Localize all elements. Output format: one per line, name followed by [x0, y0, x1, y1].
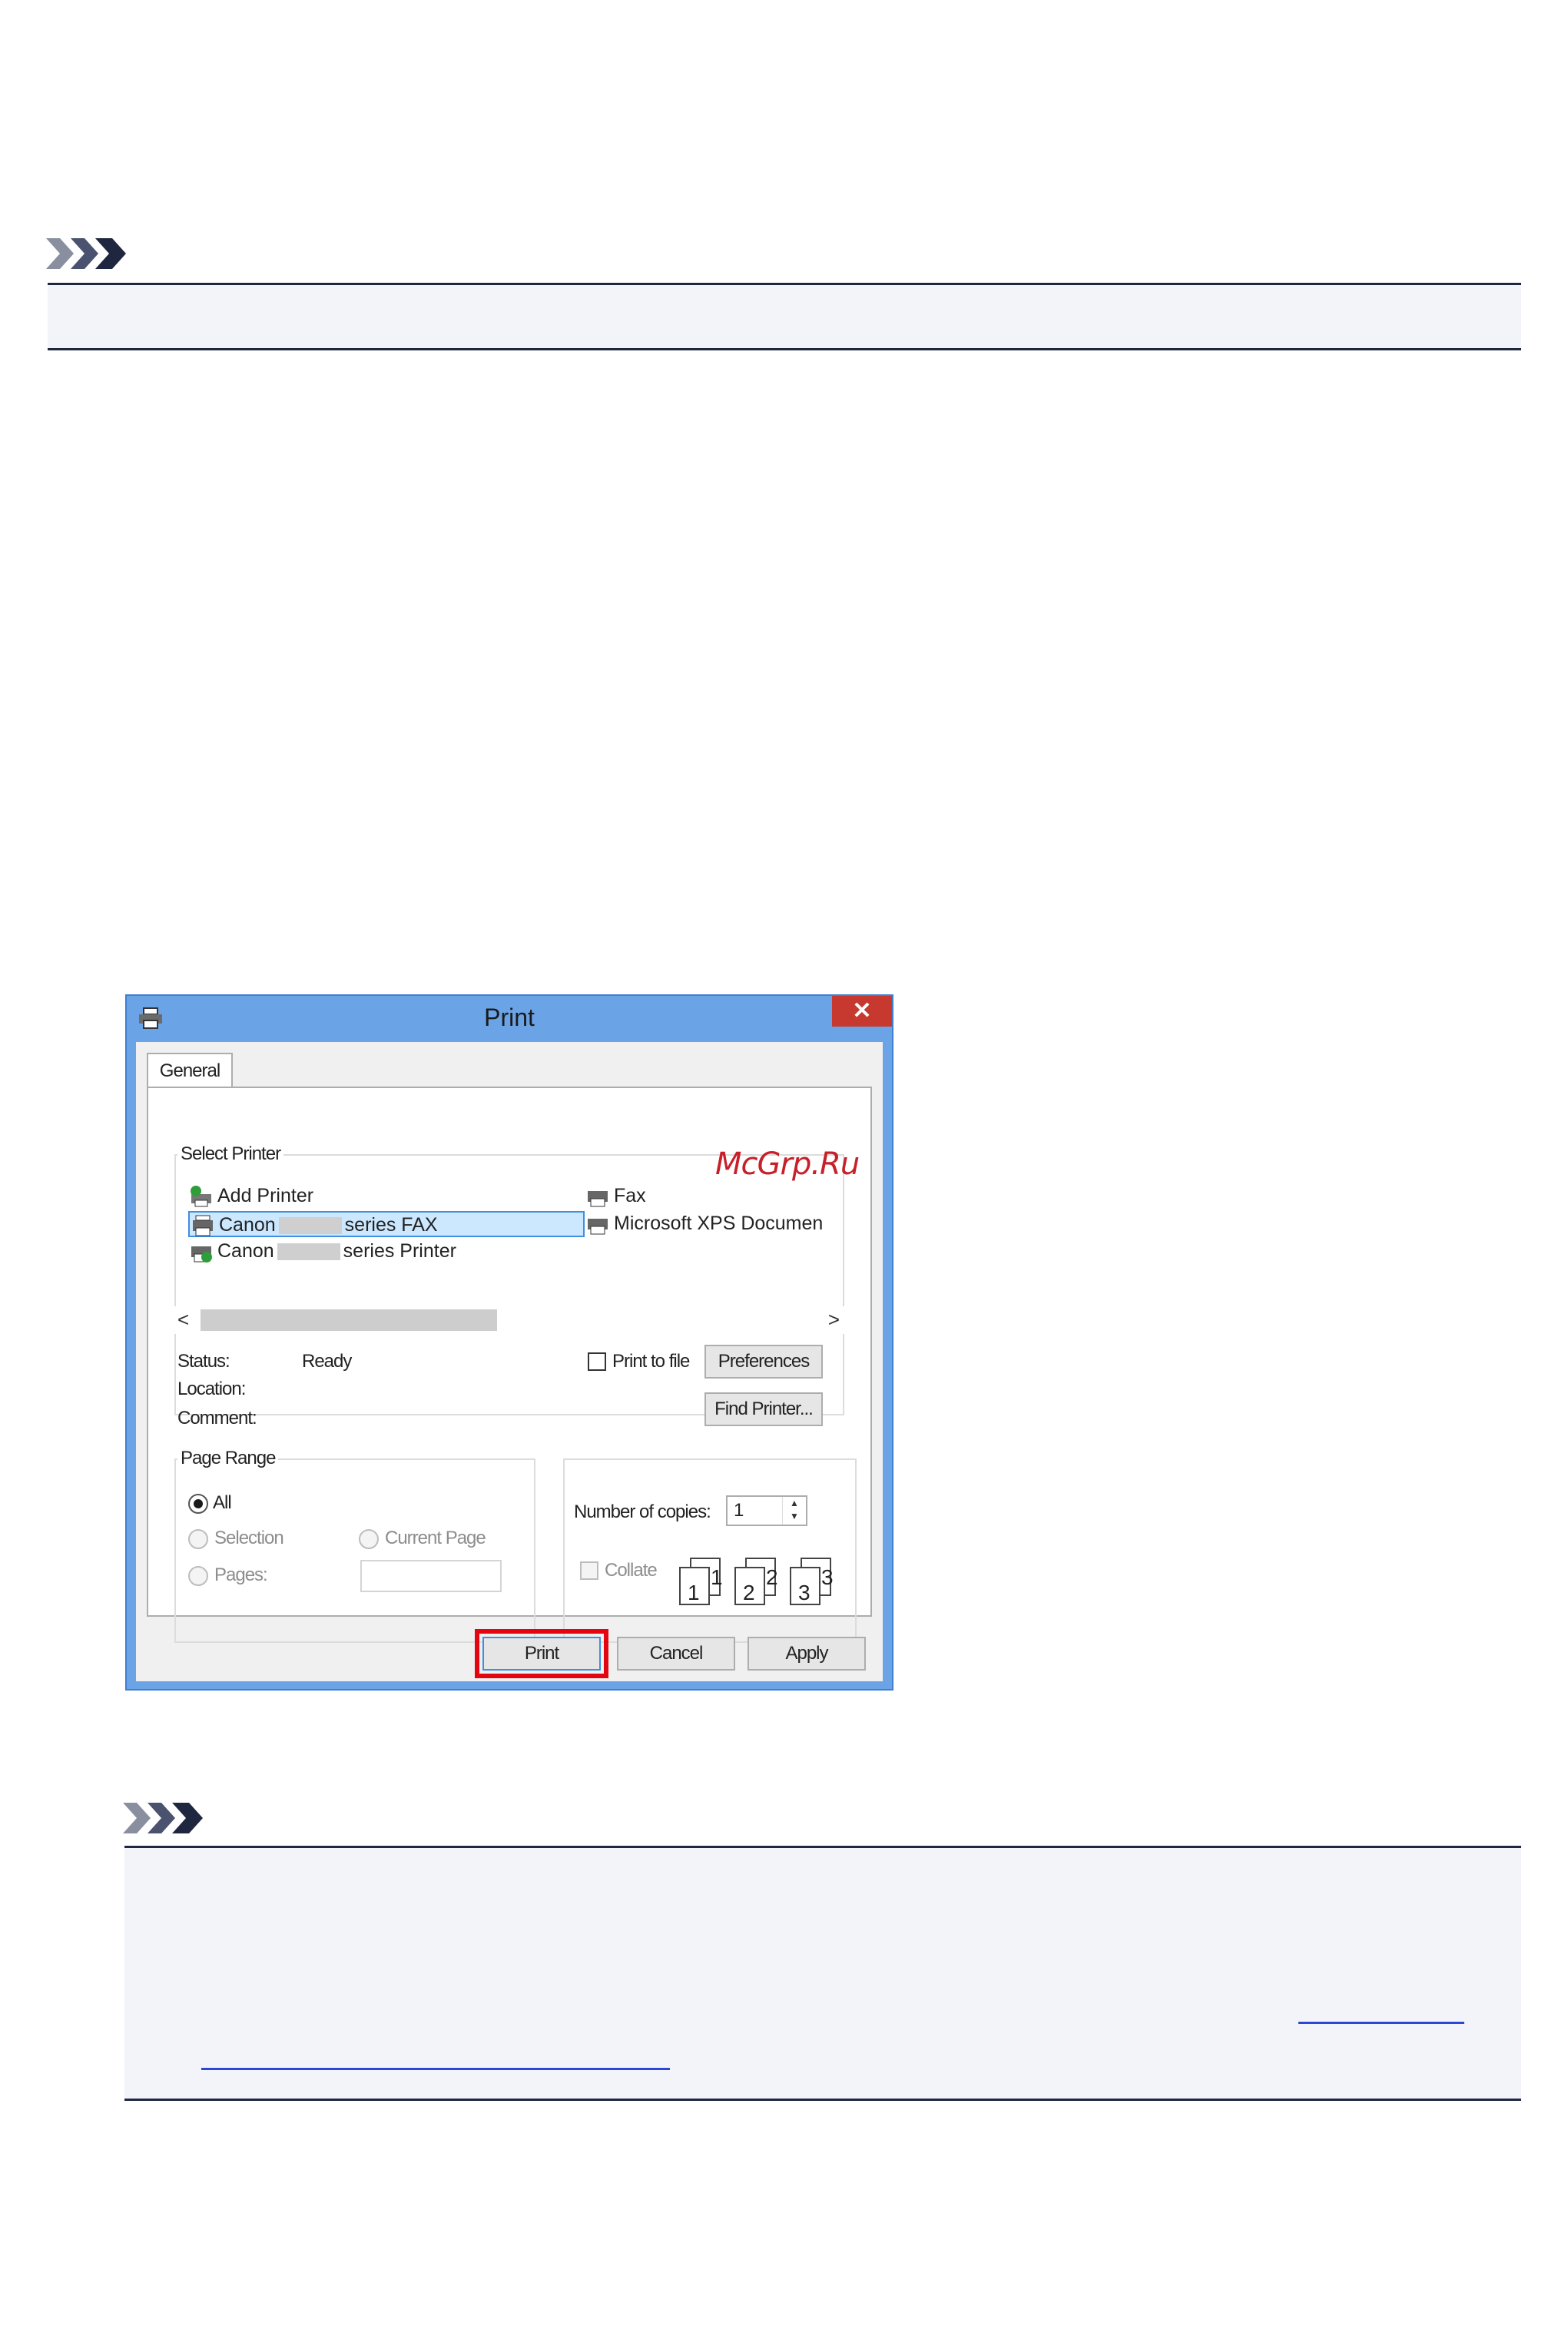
- collate-illustration-icon: 1 1 2 2 3 3: [679, 1558, 834, 1605]
- apply-button[interactable]: Apply: [748, 1637, 866, 1671]
- note-chevron-icon: [123, 1803, 203, 1833]
- collate-label: Collate: [605, 1560, 658, 1581]
- pages-radio[interactable]: [188, 1566, 208, 1586]
- pages-input[interactable]: [360, 1560, 502, 1592]
- printer-list-scrollbar[interactable]: < >: [174, 1306, 844, 1334]
- link-underline[interactable]: [1298, 2022, 1464, 2024]
- print-to-file-checkbox[interactable]: [588, 1352, 606, 1371]
- copies-spinner[interactable]: 1 ▲ ▼: [726, 1495, 807, 1526]
- printer-label-prefix: Canon: [217, 1240, 274, 1262]
- printer-item-add[interactable]: Add Printer: [188, 1183, 419, 1209]
- find-printer-button[interactable]: Find Printer...: [704, 1392, 823, 1426]
- printer-item-canon-fax[interactable]: Canon series FAX: [188, 1211, 585, 1237]
- current-page-radio[interactable]: [359, 1529, 379, 1549]
- printer-label-suffix: series FAX: [344, 1214, 438, 1236]
- selection-radio[interactable]: [188, 1529, 208, 1549]
- fax-icon: [588, 1191, 608, 1207]
- collate-number: 1: [688, 1581, 700, 1604]
- selection-label: Selection: [214, 1528, 284, 1548]
- note-box-bottom: [124, 1846, 1521, 2101]
- collate-number: 3: [821, 1565, 834, 1589]
- printer-label: Fax: [614, 1185, 646, 1206]
- pages-label: Pages:: [214, 1564, 268, 1585]
- close-button[interactable]: ✕: [832, 996, 892, 1027]
- select-printer-title: Select Printer: [177, 1143, 284, 1165]
- collate-number: 2: [743, 1581, 755, 1604]
- add-printer-icon: [191, 1186, 211, 1207]
- number-of-copies-label: Number of copies:: [574, 1501, 711, 1522]
- current-page-label: Current Page: [385, 1528, 486, 1548]
- print-to-file-label: Print to file: [612, 1351, 690, 1372]
- collate-number: 1: [711, 1565, 723, 1589]
- printer-label-prefix: Canon: [219, 1214, 276, 1236]
- default-printer-icon: [191, 1246, 212, 1263]
- printer-label: Microsoft XPS Documen: [614, 1213, 824, 1234]
- scroll-right-arrow[interactable]: >: [828, 1308, 840, 1332]
- print-button[interactable]: Print: [482, 1637, 601, 1671]
- all-radio[interactable]: [188, 1494, 208, 1514]
- dialog-client: General Select Printer Add Printer Canon…: [136, 1042, 883, 1681]
- cancel-button[interactable]: Cancel: [617, 1637, 735, 1671]
- comment-label: Comment:: [177, 1408, 257, 1428]
- print-dialog: Print ✕ General Select Printer Add Print…: [125, 994, 893, 1691]
- collate-number: 3: [798, 1581, 811, 1604]
- copies-group: [563, 1458, 857, 1643]
- printer-icon: [588, 1219, 608, 1235]
- printer-label: Add Printer: [217, 1185, 314, 1206]
- collate-checkbox[interactable]: [580, 1561, 598, 1580]
- redacted-model: [277, 1243, 340, 1261]
- status-label: Status:: [177, 1351, 230, 1372]
- page-range-title: Page Range: [177, 1448, 279, 1469]
- note-chevron-icon: [46, 238, 126, 269]
- printer-item-xps[interactable]: Microsoft XPS Documen: [585, 1211, 830, 1237]
- watermark: McGrp.Ru: [715, 1146, 860, 1182]
- spin-arrows-icon[interactable]: ▲ ▼: [782, 1497, 806, 1525]
- collate-number: 2: [766, 1565, 778, 1589]
- all-label: All: [213, 1492, 232, 1513]
- title-bar: Print ✕: [127, 996, 892, 1042]
- scroll-left-arrow[interactable]: <: [177, 1308, 189, 1332]
- copies-value: 1: [734, 1500, 744, 1521]
- printer-item-canon-printer[interactable]: Canon series Printer: [188, 1239, 496, 1265]
- scroll-thumb[interactable]: [201, 1309, 497, 1331]
- note-box-top: [48, 283, 1521, 350]
- dialog-title: Print: [484, 1004, 535, 1031]
- page-range-group: Page Range: [174, 1448, 535, 1643]
- link-underline[interactable]: [201, 2068, 670, 2070]
- preferences-button[interactable]: Preferences: [704, 1345, 823, 1379]
- printer-item-fax[interactable]: Fax: [585, 1183, 738, 1209]
- fax-printer-icon: [193, 1215, 213, 1236]
- tab-general[interactable]: General: [147, 1053, 233, 1088]
- location-label: Location:: [177, 1379, 246, 1399]
- radio-dot: [194, 1499, 203, 1508]
- status-value: Ready: [302, 1351, 352, 1372]
- printer-label-suffix: series Printer: [343, 1240, 456, 1262]
- redacted-model: [278, 1217, 342, 1235]
